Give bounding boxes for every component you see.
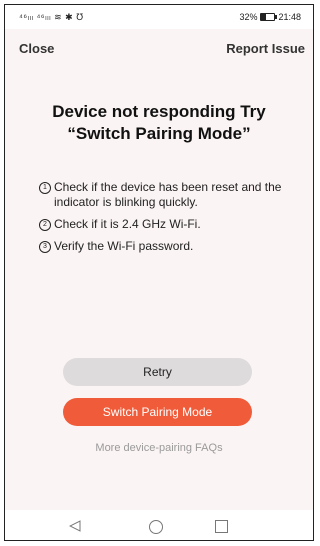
system-nav-bar	[5, 510, 313, 540]
back-triangle-icon[interactable]	[69, 520, 81, 532]
clock: 21:48	[278, 12, 301, 22]
status-bar: ⁴⁶ₗₗₗ ⁴⁶ₗₗₗ ≋ ✱ ℧ 32% 21:48	[5, 5, 313, 29]
page-title: Device not responding Try “Switch Pairin…	[52, 102, 266, 143]
step-text: Check if the device has been reset and t…	[54, 180, 282, 209]
steps-list: 1 Check if the device has been reset and…	[39, 180, 289, 261]
step-number-icon: 2	[39, 219, 51, 231]
top-nav: Close Report Issue	[5, 29, 313, 67]
battery-icon	[260, 13, 278, 21]
switch-pairing-mode-button[interactable]: Switch Pairing Mode	[63, 398, 252, 426]
recent-square-icon[interactable]	[215, 520, 228, 533]
signal-wifi-bluetooth-icons: ⁴⁶ₗₗₗ ⁴⁶ₗₗₗ ≋ ✱ ℧	[19, 12, 84, 22]
step-item: 1 Check if the device has been reset and…	[39, 180, 289, 210]
step-text: Check if it is 2.4 GHz Wi-Fi.	[54, 217, 201, 231]
step-number-icon: 1	[39, 182, 51, 194]
step-item: 2 Check if it is 2.4 GHz Wi-Fi.	[39, 217, 289, 232]
status-right: 32% 21:48	[239, 12, 301, 22]
pairing-faq-link[interactable]: More device-pairing FAQs	[5, 442, 313, 454]
report-issue-button[interactable]: Report Issue	[226, 41, 305, 56]
battery-percent: 32%	[239, 12, 258, 22]
retry-button[interactable]: Retry	[63, 358, 252, 386]
step-number-icon: 3	[39, 241, 51, 253]
step-item: 3 Verify the Wi-Fi password.	[39, 239, 289, 254]
close-button[interactable]: Close	[19, 41, 54, 56]
step-text: Verify the Wi-Fi password.	[54, 239, 194, 253]
home-circle-icon[interactable]	[149, 520, 163, 534]
main-content: Device not responding Try “Switch Pairin…	[5, 67, 313, 510]
phone-frame: ⁴⁶ₗₗₗ ⁴⁶ₗₗₗ ≋ ✱ ℧ 32% 21:48 Close Report…	[4, 4, 314, 541]
